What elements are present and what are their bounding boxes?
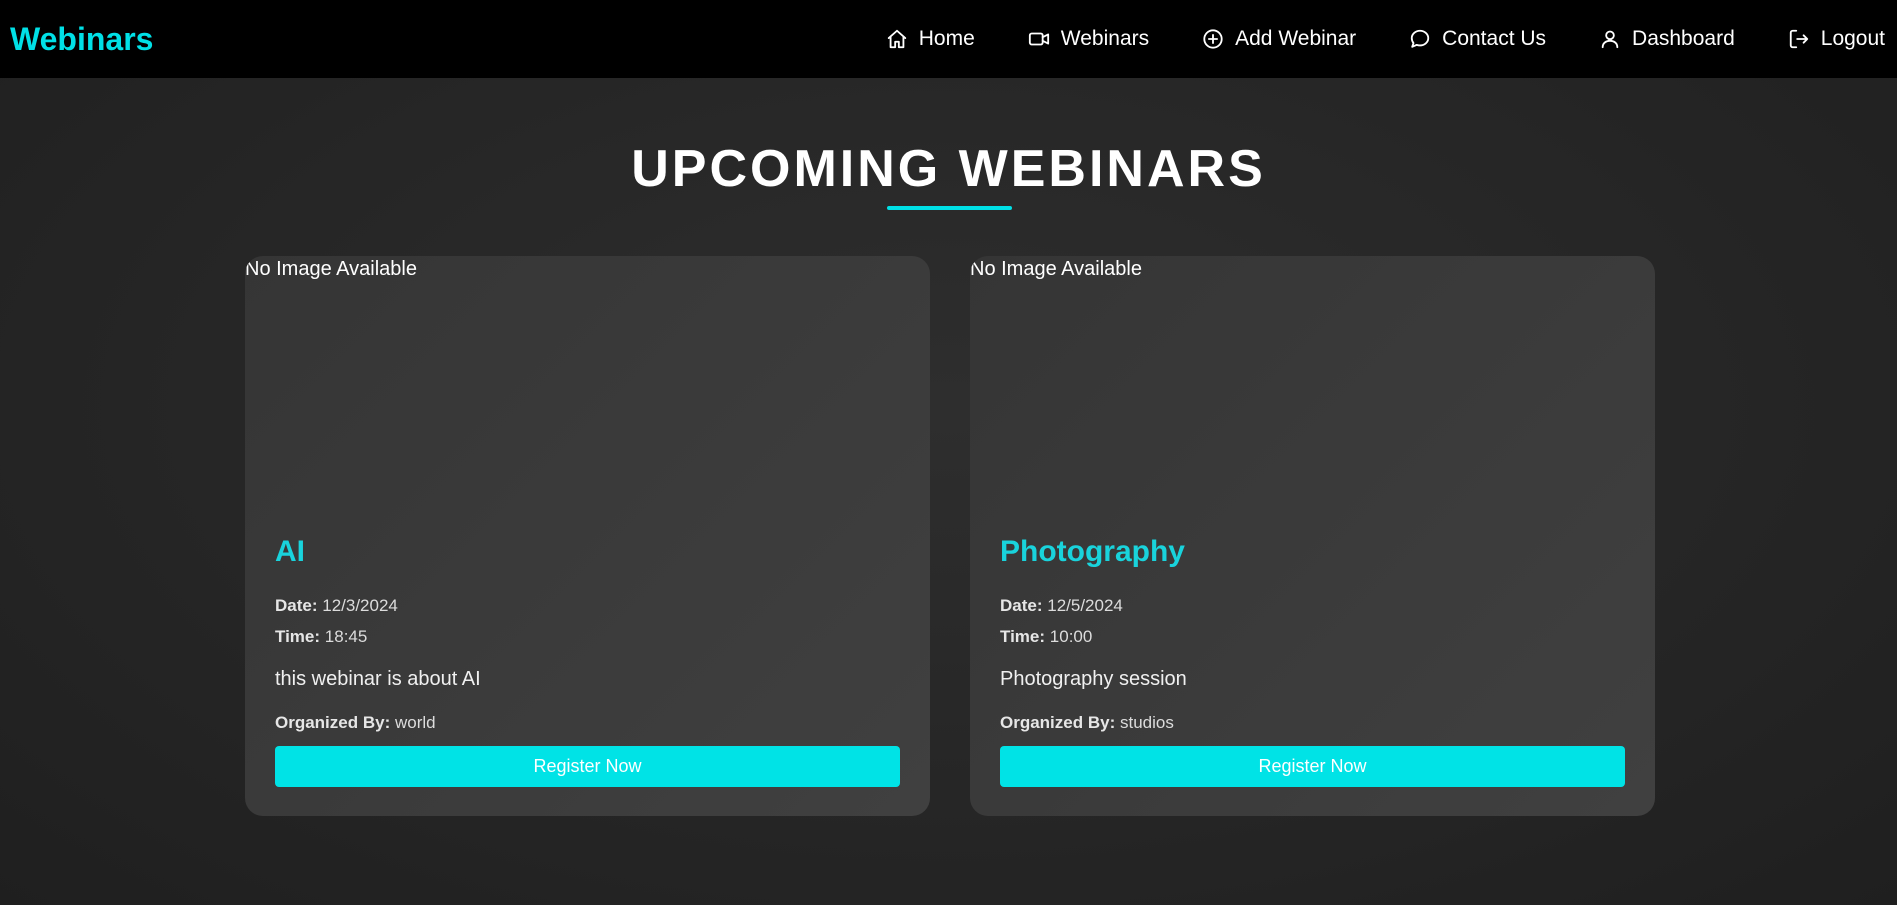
nav-item-label: Logout [1820,27,1885,50]
nav-item-label: Dashboard [1632,27,1735,50]
navbar: Webinars Home Webinars Add Webinar Conta… [0,0,1897,78]
logout-icon [1787,27,1811,51]
webinar-title: AI [275,535,305,568]
webinar-title: Photography [1000,535,1185,568]
time-value: 10:00 [1049,627,1093,646]
nav-item-dashboard[interactable]: Dashboard [1598,27,1735,51]
time-value: 18:45 [324,627,368,646]
page-title: UPCOMING WEBINARS [631,140,1266,198]
webinar-time: Time: 18:45 [275,621,900,652]
webinar-date: Date: 12/5/2024 [1000,590,1625,621]
register-button[interactable]: Register Now [1000,746,1625,787]
date-value: 12/3/2024 [322,596,398,615]
user-icon [1598,27,1622,51]
webinar-organizer: Organized By: world [275,712,900,734]
title-underline [887,206,1012,210]
webinar-card: No Image Available AI Date: 12/3/2024 Ti… [245,256,930,816]
home-icon [885,27,909,51]
nav-item-contact-us[interactable]: Contact Us [1408,27,1546,51]
nav-item-label: Contact Us [1442,27,1547,50]
nav-item-logout[interactable]: Logout [1787,27,1885,51]
webinar-description: Photography session [1000,668,1187,690]
video-icon [1027,27,1051,51]
webinar-date: Date: 12/3/2024 [275,590,900,621]
webinar-card: No Image Available Photography Date: 12/… [970,256,1655,816]
nav-item-label: Add Webinar [1235,27,1357,50]
organizer-value: world [394,713,436,732]
organizer-label: Organized By: [1000,713,1116,732]
organizer-value: studios [1119,713,1174,732]
webinar-description: this webinar is about AI [275,668,481,690]
date-label: Date: [275,596,318,615]
nav-item-webinars[interactable]: Webinars [1027,27,1149,51]
plus-circle-icon [1201,27,1225,51]
nav-links: Home Webinars Add Webinar Contact Us Das… [833,27,1885,51]
nav-item-home[interactable]: Home [885,27,975,51]
nav-item-label: Home [918,27,975,50]
organizer-label: Organized By: [275,713,391,732]
date-value: 12/5/2024 [1047,596,1123,615]
nav-item-add-webinar[interactable]: Add Webinar [1201,27,1356,51]
card-body: AI Date: 12/3/2024 Time: 18:45 this webi… [275,534,900,787]
image-placeholder: No Image Available [245,258,417,280]
time-label: Time: [275,627,321,646]
register-button[interactable]: Register Now [275,746,900,787]
brand-logo[interactable]: Webinars [10,21,153,58]
webinar-time: Time: 10:00 [1000,621,1625,652]
webinar-organizer: Organized By: studios [1000,712,1625,734]
card-body: Photography Date: 12/5/2024 Time: 10:00 … [1000,534,1625,787]
time-label: Time: [1000,627,1046,646]
nav-item-label: Webinars [1060,27,1150,50]
date-label: Date: [1000,596,1043,615]
chat-bubble-icon [1408,27,1432,51]
image-placeholder: No Image Available [970,258,1142,280]
